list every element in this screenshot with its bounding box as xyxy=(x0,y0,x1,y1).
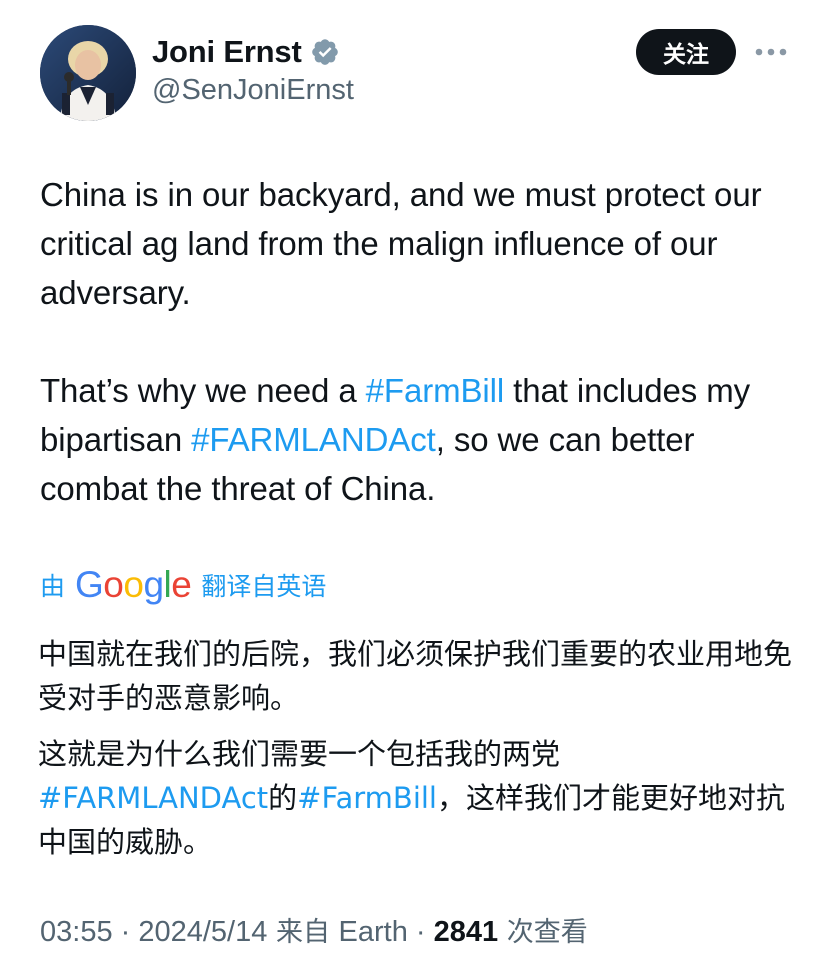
hashtag-farmbill-link[interactable]: #FarmBill xyxy=(366,372,505,409)
translated-by-label: 由 xyxy=(40,572,66,601)
google-logo-letter: o xyxy=(103,564,124,605)
author-display-name[interactable]: Joni Ernst xyxy=(152,34,302,70)
meta-separator: · xyxy=(112,916,139,948)
translated-paragraph-2: 这就是为什么我们需要一个包括我的两党 #FARMLANDAct的#FarmBill… xyxy=(38,732,798,864)
google-logo: Google xyxy=(75,564,192,606)
google-logo-letter: g xyxy=(143,564,164,605)
tweet-paragraph-2: That’s why we need a #FarmBill that incl… xyxy=(40,366,800,513)
tweet-footer-meta: 03:55 · 2024/5/14 来自 Earth · 2841 次查看 xyxy=(40,910,588,949)
avatar-image xyxy=(40,25,136,121)
google-logo-letter: o xyxy=(123,564,144,605)
translation-bar: 由 Google 翻译自英语 xyxy=(40,563,326,607)
translated-text-segment: 这就是为什么我们需要一个包括我的两党 xyxy=(38,737,561,771)
views-count: 2841 xyxy=(433,916,499,948)
translated-from-english-link[interactable]: 翻译自英语 xyxy=(201,567,326,603)
hashtag-farmlandact-link[interactable]: #FARMLANDAct xyxy=(191,421,436,458)
follow-button[interactable]: 关注 xyxy=(636,29,736,75)
tweet-source: Earth xyxy=(338,916,408,948)
tweet-text: China is in our backyard, and we must pr… xyxy=(40,170,800,513)
translated-text-segment: 的 xyxy=(268,781,298,815)
verified-badge-icon[interactable] xyxy=(310,37,340,67)
tweet-paragraph-1: China is in our backyard, and we must pr… xyxy=(40,176,762,311)
tweet-time[interactable]: 03:55 xyxy=(40,916,113,948)
tweet-text-segment: That’s why we need a xyxy=(40,372,366,409)
avatar[interactable] xyxy=(40,25,136,121)
meta-separator: · xyxy=(407,916,434,948)
translated-paragraph-1: 中国就在我们的后院，我们必须保护我们重要的农业用地免受对手的恶意影响。 xyxy=(38,637,793,715)
views-label: 次查看 xyxy=(498,917,588,948)
google-logo-letter: e xyxy=(171,564,192,605)
source-prefix: 来自 xyxy=(267,917,339,948)
author-name-row: Joni Ernst xyxy=(152,32,340,72)
hashtag-farmlandact-link[interactable]: #FARMLANDAct xyxy=(38,781,268,815)
tweet-date[interactable]: 2024/5/14 xyxy=(138,916,267,948)
more-dots-icon[interactable] xyxy=(754,38,788,66)
author-handle[interactable]: @SenJoniErnst xyxy=(152,74,354,107)
hashtag-farmbill-link[interactable]: #FarmBill xyxy=(297,781,437,815)
tweet-header: Joni Ernst @SenJoniErnst 关注 xyxy=(0,0,828,130)
translated-text: 中国就在我们的后院，我们必须保护我们重要的农业用地免受对手的恶意影响。 这就是为… xyxy=(38,632,798,864)
google-logo-letter: G xyxy=(75,564,104,605)
